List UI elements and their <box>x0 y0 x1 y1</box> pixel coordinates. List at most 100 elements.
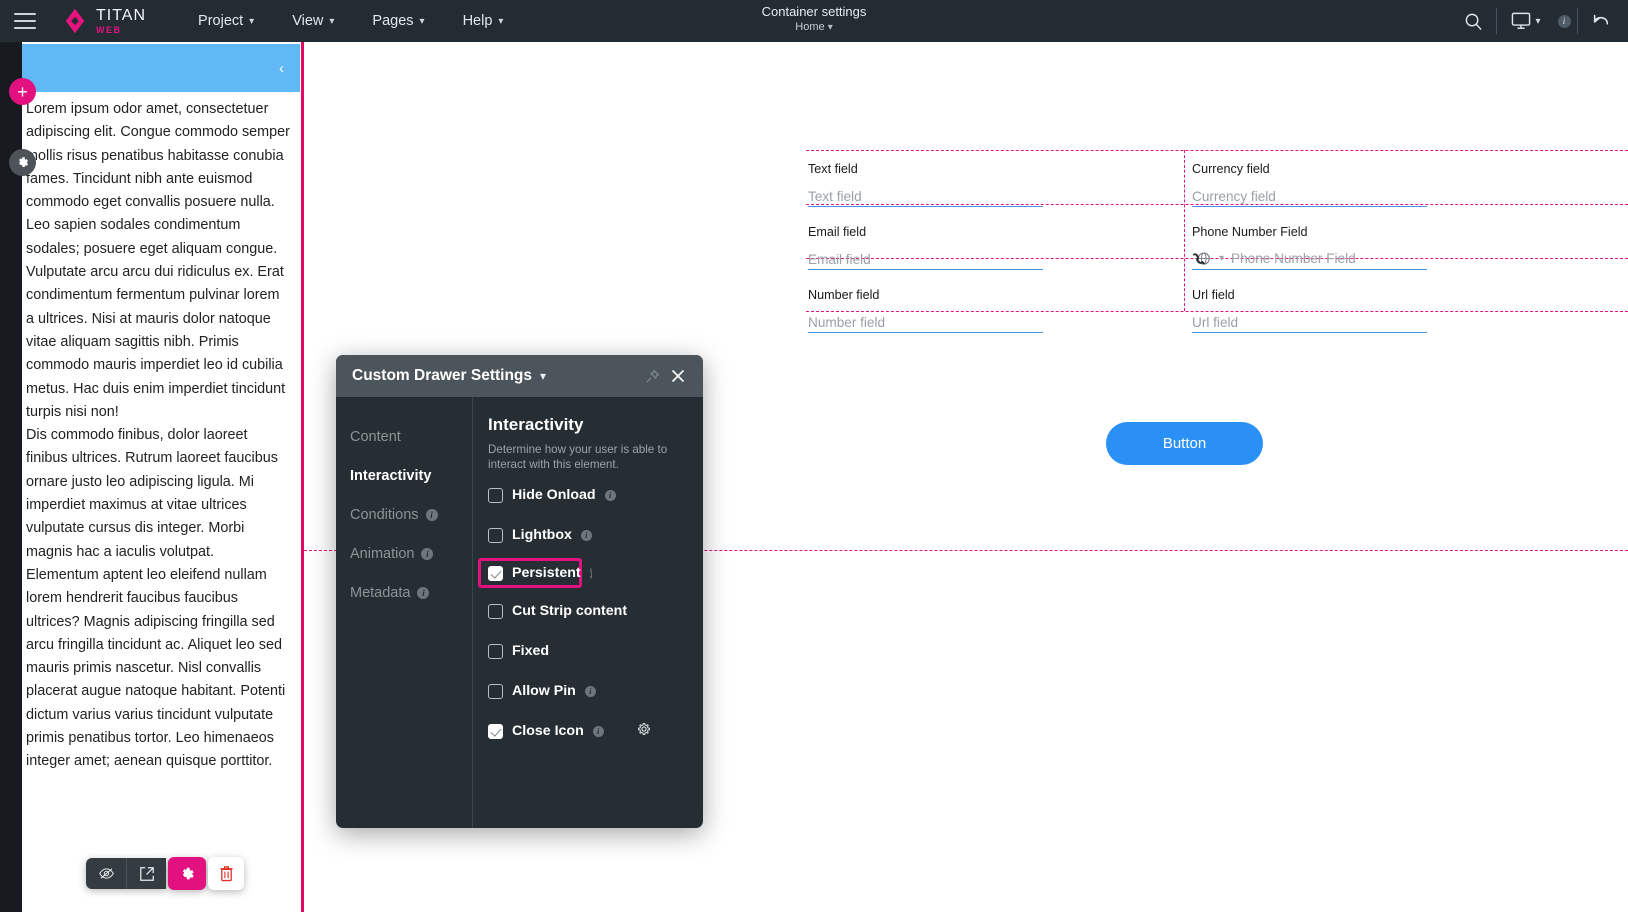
checkbox[interactable] <box>488 724 503 739</box>
chevron-down-icon: ▾ <box>1535 16 1540 27</box>
drawer-settings-gear-icon[interactable] <box>9 149 36 176</box>
drawer-paragraph: Dis commodo finibus, dolor laoreet finib… <box>26 424 290 773</box>
hamburger-icon[interactable] <box>14 13 36 29</box>
chevron-down-icon[interactable]: ▾ <box>1219 253 1224 264</box>
undo-glyph <box>1590 11 1612 31</box>
info-icon[interactable]: i <box>590 568 592 579</box>
checkbox[interactable] <box>488 644 503 659</box>
drawer-content: Lorem ipsum odor amet, consectetuer adip… <box>26 98 290 774</box>
info-icon[interactable]: i <box>593 726 604 737</box>
divider <box>1496 8 1497 34</box>
field-number: Number field Number field <box>806 278 1186 341</box>
settings-gear-icon[interactable] <box>168 857 206 890</box>
nav-item-animation[interactable]: Animation i <box>350 534 472 573</box>
option-allow-pin[interactable]: Allow Pin i <box>488 674 689 708</box>
field-placeholder: Number field <box>808 314 885 332</box>
chevron-down-icon: ▾ <box>498 16 503 27</box>
menu-pages[interactable]: Pages ▾ <box>372 13 424 29</box>
gear-glyph <box>636 721 652 737</box>
info-icon[interactable]: i <box>426 509 438 521</box>
panel-title: Interactivity <box>488 415 689 435</box>
field-text: Text field Text field <box>806 152 1186 215</box>
url-input[interactable]: Url field <box>1192 311 1427 333</box>
gear-glyph <box>15 155 30 170</box>
chevron-down-icon: ▾ <box>828 22 833 33</box>
add-element-button[interactable]: + <box>9 78 36 105</box>
brand-subtitle: WEB <box>96 26 146 35</box>
option-cut-strip-content[interactable]: Cut Strip content <box>488 594 689 628</box>
dialog-nav: Content Interactivity Conditions i Anima… <box>336 397 473 828</box>
number-input[interactable]: Number field <box>808 311 1043 333</box>
info-icon[interactable]: i <box>421 548 433 560</box>
menu-help-label: Help <box>463 13 493 29</box>
currency-input[interactable]: Currency field <box>1192 185 1427 207</box>
app-root: TITAN WEB Project ▾ View ▾ Pages ▾ Help … <box>0 0 1628 912</box>
pin-glyph <box>645 369 660 384</box>
page-selector[interactable]: Home ▾ <box>762 21 867 35</box>
chevron-down-icon: ▾ <box>329 16 334 27</box>
delete-trash-icon[interactable] <box>208 857 244 890</box>
option-fixed[interactable]: Fixed <box>488 634 689 668</box>
nav-item-content[interactable]: Content <box>350 417 472 456</box>
info-icon[interactable]: i <box>417 587 429 599</box>
pin-icon[interactable] <box>639 363 665 389</box>
field-url: Url field Url field <box>1186 278 1628 341</box>
collapse-chevron-icon[interactable]: ‹ <box>279 60 284 77</box>
field-placeholder: Url field <box>1192 314 1238 332</box>
checkbox[interactable] <box>488 488 503 503</box>
brand-logo: TITAN WEB <box>62 8 146 35</box>
close-icon[interactable] <box>665 363 691 389</box>
menu-pages-label: Pages <box>372 13 413 29</box>
hide-icon[interactable] <box>86 858 126 889</box>
phone-input[interactable]: ▾ Phone Number Field <box>1192 248 1427 270</box>
menu-view[interactable]: View ▾ <box>292 13 334 29</box>
chevron-down-icon[interactable]: ▾ <box>540 369 546 383</box>
open-external-icon[interactable] <box>126 858 166 889</box>
checkbox[interactable] <box>488 528 503 543</box>
page-context: Container settings Home ▾ <box>762 4 867 35</box>
info-icon[interactable]: i <box>581 530 592 541</box>
checkbox[interactable] <box>488 684 503 699</box>
submit-button[interactable]: Button <box>1106 422 1263 465</box>
field-label: Url field <box>1192 287 1628 303</box>
option-hide-onload[interactable]: Hide Onload i <box>488 478 689 512</box>
menu-help[interactable]: Help ▾ <box>463 13 504 29</box>
field-placeholder: Email field <box>808 251 871 269</box>
chevron-down-icon: ▾ <box>420 16 425 27</box>
option-label: Fixed <box>512 643 549 659</box>
gear-glyph <box>178 865 196 883</box>
panel-description: Determine how your user is able to inter… <box>488 442 668 472</box>
info-icon[interactable]: i <box>605 490 616 501</box>
search-glyph <box>1464 12 1483 31</box>
dialog-header[interactable]: Custom Drawer Settings ▾ <box>336 355 703 397</box>
nav-item-interactivity[interactable]: Interactivity <box>350 456 472 495</box>
text-input[interactable]: Text field <box>808 185 1043 207</box>
email-input[interactable]: Email field <box>808 248 1043 270</box>
nav-item-label: Metadata <box>350 585 410 601</box>
checkbox[interactable] <box>488 604 503 619</box>
dialog-title[interactable]: Custom Drawer Settings ▾ <box>352 367 546 385</box>
search-icon[interactable] <box>1452 0 1494 42</box>
option-persistent[interactable]: Persistent i <box>478 558 582 588</box>
option-label: Lightbox <box>512 527 572 543</box>
option-label: Cut Strip content <box>512 603 627 619</box>
info-badge[interactable]: i <box>1553 0 1575 42</box>
close-icon-settings-gear-icon[interactable] <box>636 721 652 742</box>
chevron-down-icon: ▾ <box>249 16 254 27</box>
option-lightbox[interactable]: Lightbox i <box>488 518 689 552</box>
field-email: Email field Email field <box>806 215 1186 278</box>
option-close-icon[interactable]: Close Icon i <box>488 714 689 748</box>
menu-project[interactable]: Project ▾ <box>198 13 254 29</box>
undo-icon[interactable] <box>1580 0 1622 42</box>
option-label: Close Icon <box>512 723 584 739</box>
checkbox[interactable] <box>488 566 503 581</box>
field-label: Email field <box>808 224 1186 240</box>
dialog-body: Content Interactivity Conditions i Anima… <box>336 397 703 828</box>
info-icon[interactable]: i <box>585 686 596 697</box>
nav-item-metadata[interactable]: Metadata i <box>350 573 472 612</box>
form-row: Email field Email field Phone Number Fie… <box>806 215 1628 278</box>
device-preview-icon[interactable]: ▾ <box>1499 0 1553 42</box>
option-label: Hide Onload <box>512 487 596 503</box>
nav-item-conditions[interactable]: Conditions i <box>350 495 472 534</box>
info-icon: i <box>1558 15 1571 28</box>
